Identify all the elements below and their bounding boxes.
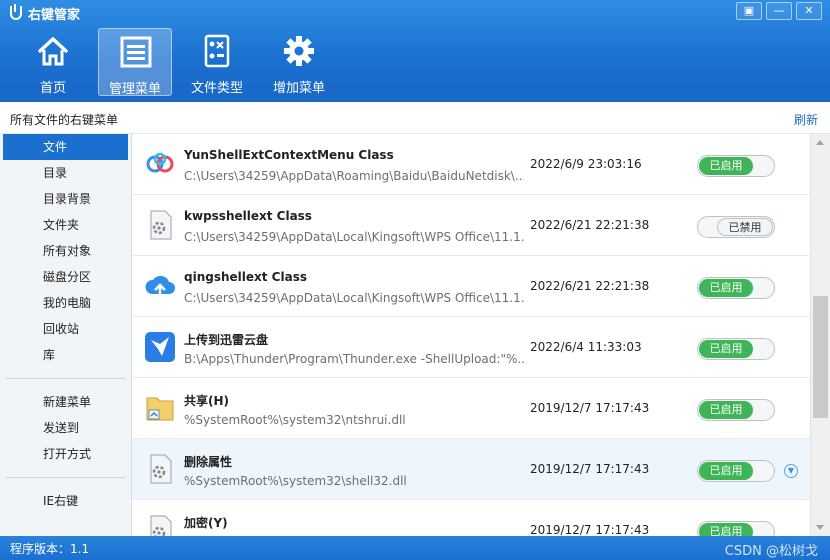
menu-name: qingshellext Class	[184, 270, 307, 284]
menu-name: 共享(H)	[184, 394, 230, 408]
list-item[interactable]: 上传到迅雷云盘 B:\Apps\Thunder\Program\Thunder.…	[132, 317, 810, 378]
gear-file-icon	[150, 210, 172, 240]
sidebar-item-library[interactable]: 库	[3, 342, 128, 368]
list-item[interactable]: qingshellext Class C:\Users\34259\AppDat…	[132, 256, 810, 317]
status-toggle[interactable]: 已禁用	[697, 216, 775, 238]
close-button[interactable]: ✕	[796, 2, 822, 20]
vertical-scrollbar[interactable]	[810, 134, 830, 536]
gear-icon	[284, 36, 314, 66]
sidebar-item-open-with[interactable]: 打开方式	[3, 441, 128, 467]
gear-file-icon	[150, 454, 172, 484]
menu-date: 2019/12/7 17:17:43	[530, 462, 650, 476]
sidebar-item-my-computer[interactable]: 我的电脑	[3, 290, 128, 316]
sidebar-divider	[6, 477, 125, 478]
menu-name: 加密(Y)	[184, 516, 228, 530]
menu-name: kwpsshellext Class	[184, 209, 312, 223]
menu-date: 2022/6/4 11:33:03	[530, 340, 642, 354]
app-logo-icon	[10, 4, 22, 20]
status-label: 已启用	[699, 462, 753, 480]
minimize-button[interactable]: —	[766, 2, 792, 20]
title-bar: 右键管家 ▣ — ✕ 首页 管理菜单 文件类型 增加菜单	[0, 0, 830, 102]
share-folder-icon	[146, 397, 174, 421]
sidebar-item-directory[interactable]: 目录	[3, 160, 128, 186]
refresh-button[interactable]: 刷新	[794, 111, 818, 128]
scroll-down-icon[interactable]	[816, 525, 824, 530]
nav-file-types[interactable]: 文件类型	[180, 28, 254, 96]
sidebar-item-file[interactable]: 文件	[3, 134, 128, 160]
menu-date: 2019/12/7 17:17:43	[530, 401, 650, 415]
menu-date: 2019/12/7 17:17:43	[530, 523, 650, 536]
status-label: 已启用	[699, 340, 753, 358]
status-toggle[interactable]: 已启用	[697, 399, 775, 421]
window-controls: ▣ — ✕	[732, 2, 822, 20]
list-item[interactable]: kwpsshellext Class C:\Users\34259\AppDat…	[132, 195, 810, 256]
menu-date: 2022/6/9 23:03:16	[530, 157, 642, 171]
menu-path: %SystemRoot%\system32\shell32.dll	[184, 474, 407, 488]
menu-name: 删除属性	[184, 455, 233, 469]
sidebar-item-ie-context[interactable]: IE右键	[3, 488, 128, 514]
sidebar-item-directory-background[interactable]: 目录背景	[3, 186, 128, 212]
home-icon	[38, 37, 68, 66]
baidu-netdisk-icon	[146, 152, 174, 173]
list-item[interactable]: YunShellExtContextMenu Class C:\Users\34…	[132, 134, 810, 195]
sidebar-item-all-objects[interactable]: 所有对象	[3, 238, 128, 264]
watermark-text: CSDN @松树戈	[724, 544, 818, 559]
menu-path: C:\Users\34259\AppData\Local\Kingsoft\WP…	[184, 291, 524, 305]
main-nav: 首页 管理菜单 文件类型 增加菜单	[16, 28, 344, 97]
sidebar-item-drive[interactable]: 磁盘分区	[3, 264, 128, 290]
window-title: 右键管家	[28, 8, 81, 23]
menu-path: C:\Users\34259\AppData\Local\Kingsoft\WP…	[184, 230, 524, 244]
gear-file-icon	[150, 515, 172, 536]
list-item[interactable]: 删除属性 %SystemRoot%\system32\shell32.dll 2…	[132, 439, 810, 500]
status-label: 已启用	[699, 401, 753, 419]
status-toggle[interactable]: 已启用	[697, 521, 775, 536]
status-toggle[interactable]: 已启用	[697, 155, 775, 177]
status-toggle[interactable]: 已启用	[697, 338, 775, 360]
scroll-thumb[interactable]	[813, 296, 828, 418]
menu-list: YunShellExtContextMenu Class C:\Users\34…	[132, 134, 810, 536]
menu-name: 上传到迅雷云盘	[184, 333, 269, 347]
menu-date: 2022/6/21 22:21:38	[530, 279, 650, 293]
cloud-upload-icon	[145, 275, 175, 298]
status-label: 已启用	[699, 279, 753, 297]
sub-header: 所有文件的右键菜单 刷新	[0, 102, 830, 134]
nav-manage-menu[interactable]: 管理菜单	[98, 28, 172, 97]
version-text: 程序版本：1.1	[10, 542, 90, 556]
menu-list-icon	[120, 36, 152, 68]
settings-button[interactable]: ▣	[736, 2, 762, 20]
nav-add-menu[interactable]: 增加菜单	[262, 28, 336, 96]
nav-label: 增加菜单	[272, 81, 325, 96]
scroll-up-icon[interactable]	[816, 140, 824, 145]
status-toggle[interactable]: 已启用	[697, 277, 775, 299]
status-toggle[interactable]: 已启用	[697, 460, 775, 482]
nav-label: 首页	[39, 81, 66, 96]
status-label: 已禁用	[717, 218, 773, 236]
menu-path: %SystemRoot%\system32\ntshrui.dll	[184, 413, 406, 427]
sidebar-item-folder[interactable]: 文件夹	[3, 212, 128, 238]
menu-path: C:\Users\34259\AppData\Roaming\Baidu\Bai…	[184, 169, 524, 183]
status-label: 已启用	[699, 523, 753, 536]
file-type-icon	[204, 34, 230, 68]
sidebar-item-new-menu[interactable]: 新建菜单	[3, 389, 128, 415]
list-item[interactable]: 加密(Y) 2019/12/7 17:17:43 已启用	[132, 500, 810, 536]
status-bar: 程序版本：1.1 CSDN @松树戈	[0, 536, 830, 560]
sidebar-divider	[6, 378, 125, 379]
expand-chevron-icon[interactable]: ▼	[784, 464, 798, 478]
nav-label: 管理菜单	[108, 82, 161, 97]
sidebar: 文件 目录 目录背景 文件夹 所有对象 磁盘分区 我的电脑 回收站 库 新建菜单…	[0, 134, 132, 536]
status-label: 已启用	[699, 157, 753, 175]
nav-home[interactable]: 首页	[16, 28, 90, 96]
menu-path: B:\Apps\Thunder\Program\Thunder.exe -She…	[184, 352, 524, 366]
section-title: 所有文件的右键菜单	[10, 113, 119, 127]
menu-date: 2022/6/21 22:21:38	[530, 218, 650, 232]
thunder-icon	[145, 332, 175, 362]
list-item[interactable]: 共享(H) %SystemRoot%\system32\ntshrui.dll …	[132, 378, 810, 439]
nav-label: 文件类型	[190, 81, 243, 96]
menu-name: YunShellExtContextMenu Class	[184, 148, 394, 162]
sidebar-item-recycle-bin[interactable]: 回收站	[3, 316, 128, 342]
sidebar-item-send-to[interactable]: 发送到	[3, 415, 128, 441]
